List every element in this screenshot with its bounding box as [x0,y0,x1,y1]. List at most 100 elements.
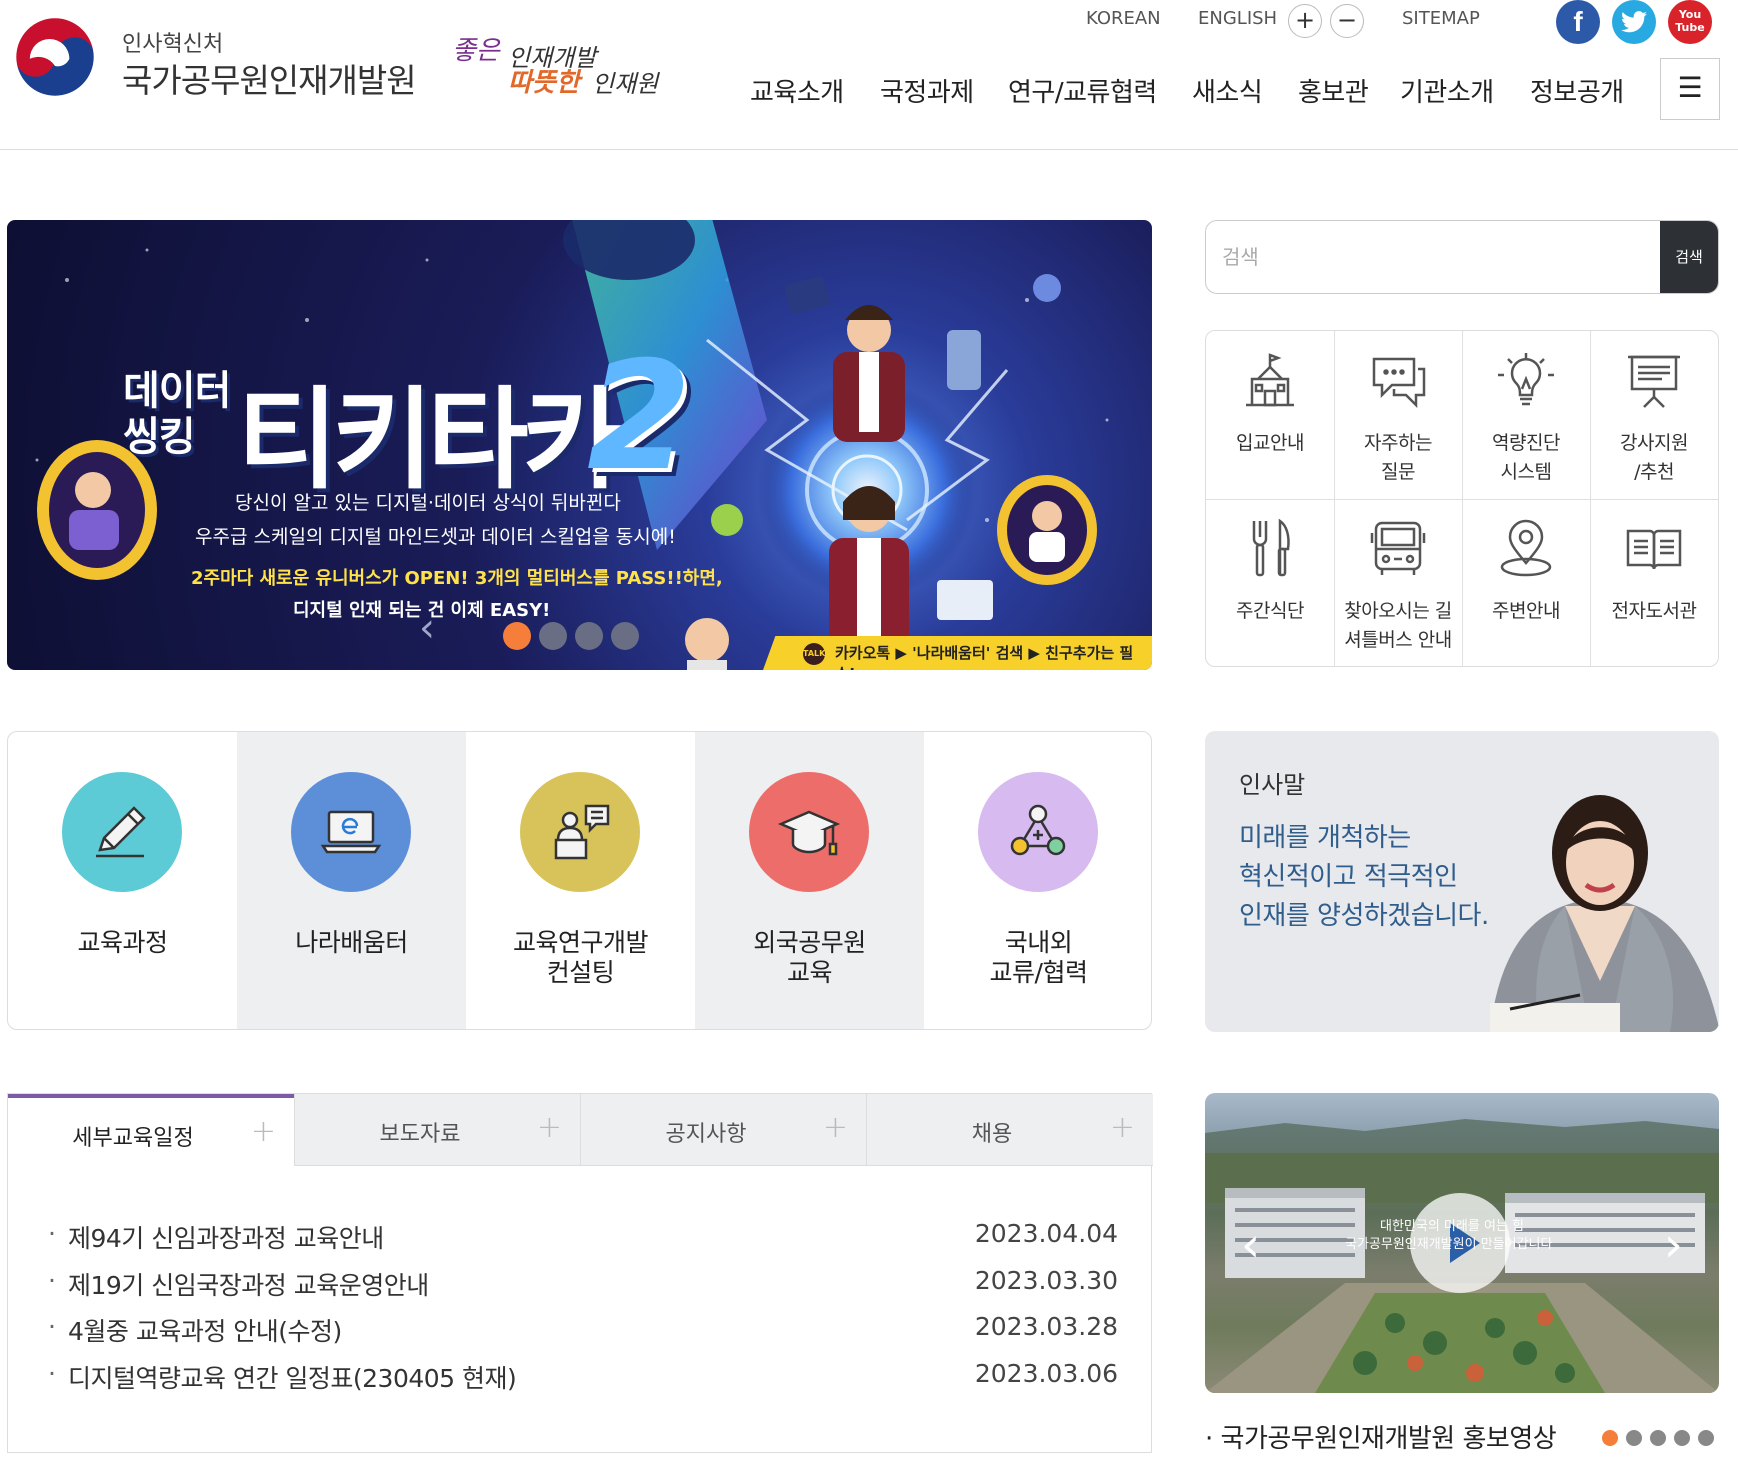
list-item-title[interactable]: 제19기 신임국장과정 교육운영안내 [68,1266,429,1302]
bus-icon [1370,521,1426,575]
greeting-panel[interactable]: 인사말 미래를 개척하는 혁신적이고 적극적인 인재를 양성하겠습니다. [1205,731,1719,1032]
tab-label: 세부교육일정 [72,1126,194,1151]
carousel-dot[interactable] [1602,1430,1618,1446]
plus-icon[interactable]: + [823,1110,848,1145]
quick-link-nearby[interactable]: 주변안내 [1462,499,1590,666]
tab-label: 채용 [971,1122,1013,1147]
service-card-nara-learning[interactable]: 나라배움터 [237,732,466,1029]
search-button[interactable]: 검색 [1660,221,1718,293]
quick-link-label-line2: 셔틀버스 안내 [1344,629,1452,651]
service-card-label: 교육연구개발 컨설팅 [466,928,695,988]
carousel-dot[interactable] [1674,1430,1690,1446]
nav-news[interactable]: 새소식 [1192,72,1263,112]
service-card-label: 나라배움터 [237,928,466,958]
tab-press[interactable]: 보도자료 + [294,1094,580,1166]
carousel-dot[interactable] [1698,1430,1714,1446]
tab-recruit[interactable]: 채용 + [866,1094,1153,1166]
service-card-label: 국내외 교류/협력 [924,928,1151,988]
carousel-dot[interactable] [503,622,531,650]
quick-link-label: 전자도서관 [1590,597,1718,626]
board-panel: 세부교육일정 + 보도자료 + 공지사항 + 채용 + · 제94기 신임과장과… [7,1093,1153,1453]
plus-icon[interactable]: + [251,1114,276,1149]
quick-link-directions[interactable]: 찾아오시는 길 셔틀버스 안내 [1334,499,1462,666]
quick-link-admission[interactable]: 입교안내 [1206,331,1334,499]
video-prev-arrow-icon[interactable]: ‹ [1241,1221,1260,1269]
service-card-label-line1: 국내외 [1004,928,1073,957]
nav-pr-center[interactable]: 홍보관 [1298,72,1369,112]
list-item[interactable]: · 제94기 신임과장과정 교육안내 2023.04.04 [48,1219,1118,1259]
nav-research-exchange[interactable]: 연구/교류협력 [1008,72,1157,112]
site-header: 인사혁신처 국가공무원인재개발원 좋은 인재개발 따뜻한 인재원 KOREAN … [0,0,1738,150]
zoom-out-button[interactable]: − [1330,4,1364,38]
list-item-title[interactable]: 제94기 신임과장과정 교육안내 [68,1219,384,1255]
video-title-text[interactable]: 국가공무원인재개발원 홍보영상 [1221,1424,1557,1454]
sitemap-link[interactable]: SITEMAP [1402,8,1480,36]
quick-link-label-line1: 찾아오시는 길 [1344,600,1452,622]
tab-notice[interactable]: 공지사항 + [580,1094,866,1166]
list-item[interactable]: · 제19기 신임국장과정 교육운영안내 2023.03.30 [48,1266,1118,1306]
government-emblem-icon[interactable] [10,12,100,102]
lang-english-link[interactable]: ENGLISH [1198,8,1277,36]
service-card-curriculum[interactable]: 교육과정 [8,732,237,1029]
youtube-icon[interactable]: You Tube [1668,0,1712,44]
greeting-message: 미래를 개척하는 혁신적이고 적극적인 인재를 양성하겠습니다. [1239,819,1489,936]
carousel-dot[interactable] [575,622,603,650]
video-title[interactable]: · 국가공무원인재개발원 홍보영상 [1205,1418,1557,1455]
fork-knife-icon [1252,518,1290,577]
slogan-part1: 좋은 [452,36,500,66]
service-card-label-line1: 나라배움터 [295,928,408,957]
hero-title-number: 2 [587,330,692,504]
plus-icon[interactable]: + [537,1110,562,1145]
carousel-dot[interactable] [611,622,639,650]
quick-link-faq[interactable]: 자주하는 질문 [1334,331,1462,499]
service-card-consulting[interactable]: 교육연구개발 컨설팅 [466,732,695,1029]
list-item-title[interactable]: 4월중 교육과정 안내(수정) [68,1312,342,1348]
greeting-line2: 혁신적이고 적극적인 [1239,862,1458,892]
youtube-label-2: Tube [1675,21,1705,34]
service-icon-circle [520,772,640,892]
list-item[interactable]: · 디지털역량교육 연간 일정표(230405 현재) 2023.03.06 [48,1359,1118,1399]
quick-link-label-line2: /추천 [1634,461,1674,483]
carousel-dot[interactable] [1626,1430,1642,1446]
greeting-line3: 인재를 양성하겠습니다. [1239,901,1489,931]
video-next-arrow-icon[interactable]: › [1664,1221,1683,1269]
nav-public-info[interactable]: 정보공개 [1530,72,1624,112]
service-icon-circle [291,772,411,892]
twitter-icon[interactable] [1612,0,1656,44]
quick-link-library[interactable]: 전자도서관 [1590,499,1718,666]
bullet: · [48,1219,56,1248]
list-item[interactable]: · 4월중 교육과정 안내(수정) 2023.03.28 [48,1312,1118,1352]
quick-link-instructor[interactable]: 강사지원 /추천 [1590,331,1718,499]
list-item-date: 2023.03.30 [974,1266,1118,1295]
service-card-label: 외국공무원 교육 [695,928,924,988]
quick-link-label-line1: 주간식단 [1236,600,1304,622]
carousel-dot[interactable] [1650,1430,1666,1446]
facebook-icon[interactable]: f [1556,0,1600,44]
hero-subtitle: 데이터 씽킹 [123,368,231,460]
promo-video[interactable]: 대한민국의 미래를 여는 힘 국가공무원인재개발원이 만들어갑니다 ‹ › [1205,1093,1719,1393]
director-photo [1490,795,1719,1032]
list-item-title[interactable]: 디지털역량교육 연간 일정표(230405 현재) [68,1359,517,1395]
twitter-bird-icon [1621,11,1647,33]
carousel-dot[interactable] [539,622,567,650]
service-card-label-line2: 교류/협력 [989,958,1088,987]
nav-national-tasks[interactable]: 국정과제 [880,72,974,112]
quick-link-menu[interactable]: 주간식단 [1206,499,1334,666]
quick-link-competency[interactable]: 역량진단 시스템 [1462,331,1590,499]
hero-banner[interactable]: 데이터 씽킹 티키타카 2 당신이 알고 있는 디지털·데이터 상식이 뒤바뀐다… [7,220,1152,670]
service-card-exchange[interactable]: 국내외 교류/협력 [924,732,1151,1029]
hero-prev-arrow-icon[interactable]: ‹ [419,608,459,648]
tab-schedule[interactable]: 세부교육일정 + [8,1094,294,1166]
nav-education-intro[interactable]: 교육소개 [750,72,844,112]
service-card-foreign-officials[interactable]: 외국공무원 교육 [695,732,924,1029]
org-name[interactable]: 국가공무원인재개발원 [122,54,417,102]
nav-about[interactable]: 기관소개 [1400,72,1494,112]
service-cards: 교육과정 나라배움터 교육연구개발 컨설팅 외국공무원 교육 국내외 교류/협력 [7,731,1152,1030]
youtube-label-1: You [1678,8,1702,21]
zoom-in-button[interactable]: + [1288,4,1322,38]
hamburger-menu-icon[interactable]: ☰ [1660,58,1720,120]
plus-icon[interactable]: + [1110,1110,1135,1145]
lang-korean-link[interactable]: KOREAN [1086,8,1161,36]
bullet: · [48,1266,56,1295]
search-input[interactable] [1206,221,1662,293]
